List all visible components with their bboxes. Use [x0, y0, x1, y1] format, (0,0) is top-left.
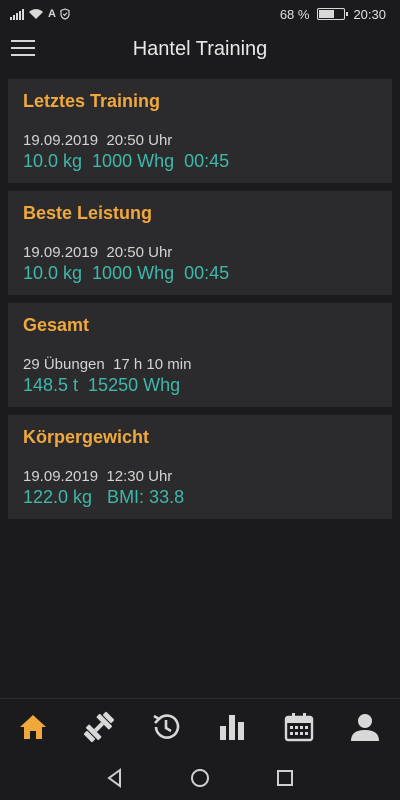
app-bar: Hantel Training [0, 28, 400, 72]
card-date: 19.09.2019 20:50 Uhr [23, 244, 173, 261]
dumbbell-icon[interactable] [79, 709, 119, 745]
bottom-navigation [0, 698, 400, 755]
card-date: 19.09.2019 12:30 Uhr [23, 468, 173, 485]
shield-icon [60, 8, 70, 20]
card-body-weight[interactable]: Körpergewicht 19.09.2019 12:30 Uhr 122.0… [8, 415, 392, 519]
card-title: Beste Leistung [23, 203, 153, 223]
history-icon[interactable] [146, 709, 186, 745]
home-icon[interactable] [13, 709, 53, 745]
card-values: 122.0 kg BMI: 33.8 [23, 487, 185, 507]
recent-apps-icon[interactable] [273, 766, 297, 790]
home-button-icon[interactable] [188, 766, 212, 790]
back-icon[interactable] [103, 766, 127, 790]
card-values: 10.0 kg 1000 Whg 00:45 [23, 151, 230, 171]
signal-icon [10, 8, 24, 20]
card-date: 19.09.2019 20:50 Uhr [23, 132, 173, 149]
card-title: Gesamt [23, 315, 90, 335]
profile-icon[interactable] [345, 709, 385, 745]
card-values: 10.0 kg 1000 Whg 00:45 [23, 263, 230, 283]
card-values: 148.5 t 15250 Whg [23, 375, 181, 395]
battery-tip [346, 12, 349, 16]
status-bar: A 68 % 20:30 [0, 0, 400, 28]
battery-fill [319, 10, 335, 18]
calendar-icon[interactable] [279, 709, 319, 745]
bar-chart-icon[interactable] [212, 709, 252, 745]
summary-cards: Letztes Training 19.09.2019 20:50 Uhr 10… [8, 79, 392, 527]
status-icons-left: A [10, 6, 70, 22]
card-summary: 29 Übungen 17 h 10 min [23, 356, 192, 373]
network-type-label: A [48, 8, 56, 20]
battery-icon [317, 8, 349, 20]
card-total[interactable]: Gesamt 29 Übungen 17 h 10 min 148.5 t 15… [8, 303, 392, 407]
page-title: Hantel Training [132, 38, 268, 60]
wifi-icon [29, 9, 43, 19]
battery-percent: 68 % [279, 6, 310, 22]
card-title: Körpergewicht [23, 427, 150, 447]
card-title: Letztes Training [23, 91, 161, 111]
status-icons-right: 68 % 20:30 [280, 6, 386, 22]
card-best-performance[interactable]: Beste Leistung 19.09.2019 20:50 Uhr 10.0… [8, 191, 392, 295]
status-time: 20:30 [353, 6, 386, 22]
system-navigation-bar [0, 754, 400, 800]
card-last-training[interactable]: Letztes Training 19.09.2019 20:50 Uhr 10… [8, 79, 392, 183]
